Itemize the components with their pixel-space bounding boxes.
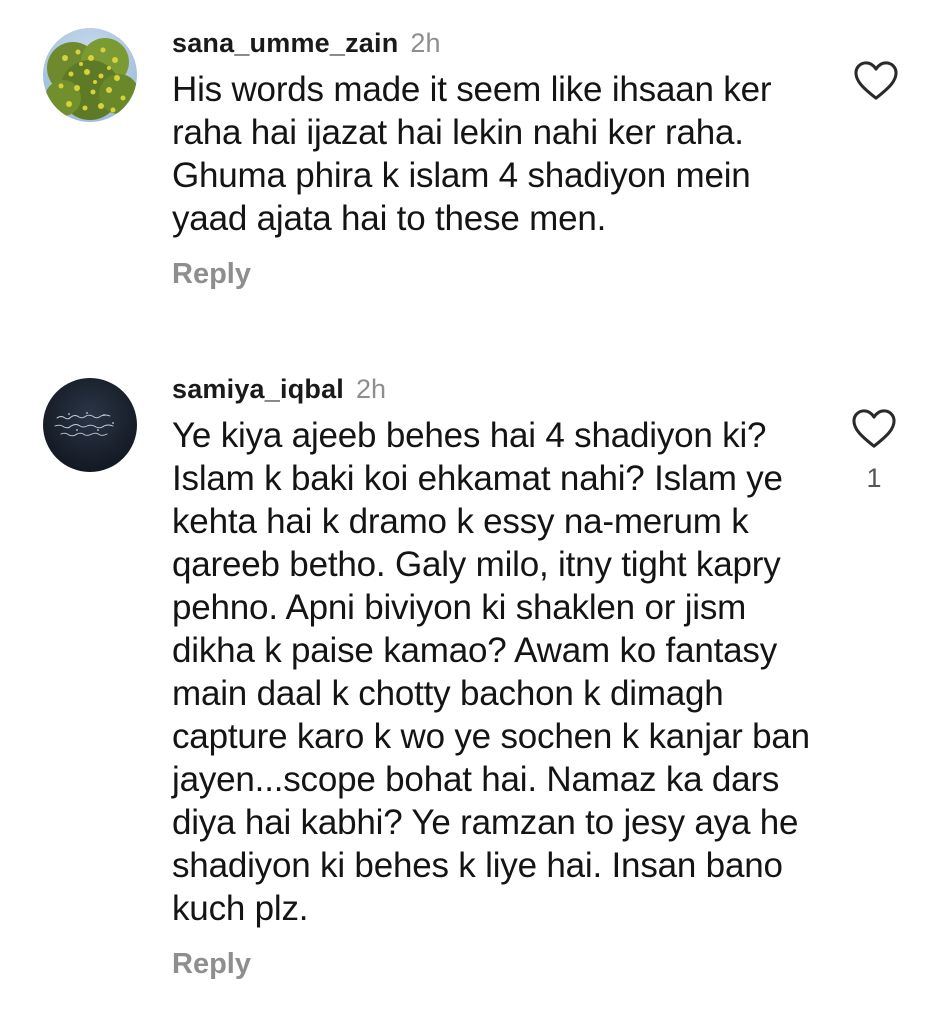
like-count: 1 bbox=[866, 463, 882, 493]
dark-calligraphy-avatar-icon bbox=[43, 378, 137, 472]
avatar[interactable] bbox=[43, 378, 137, 472]
comment-item: sana_umme_zain 2h His words made it seem … bbox=[0, 0, 947, 330]
username[interactable]: sana_umme_zain bbox=[172, 28, 398, 58]
comment-item: samiya_iqbal 2h Ye kiya ajeeb behes hai 4… bbox=[0, 360, 947, 1024]
reply-button[interactable]: Reply bbox=[172, 258, 251, 291]
timestamp: 2h bbox=[356, 374, 387, 404]
heart-outline-icon[interactable] bbox=[853, 60, 899, 102]
comment-text: His words made it seem like ihsaan ker r… bbox=[172, 70, 772, 238]
flowering-tree-avatar-icon bbox=[43, 28, 137, 122]
username[interactable]: samiya_iqbal bbox=[172, 374, 344, 404]
comment-meta: samiya_iqbal 2h bbox=[172, 374, 812, 404]
like-control: 1 bbox=[851, 408, 897, 494]
comment-body: samiya_iqbal 2h Ye kiya ajeeb behes hai 4… bbox=[172, 374, 812, 981]
like-control bbox=[853, 60, 899, 107]
comment-body: sana_umme_zain 2h His words made it seem … bbox=[172, 28, 812, 291]
heart-outline-icon[interactable] bbox=[851, 408, 897, 450]
comment-text: Ye kiya ajeeb behes hai 4 shadiyon ki? I… bbox=[172, 416, 810, 928]
comment-meta: sana_umme_zain 2h bbox=[172, 28, 812, 58]
avatar[interactable] bbox=[43, 28, 137, 122]
reply-button[interactable]: Reply bbox=[172, 948, 251, 981]
timestamp: 2h bbox=[410, 28, 441, 58]
